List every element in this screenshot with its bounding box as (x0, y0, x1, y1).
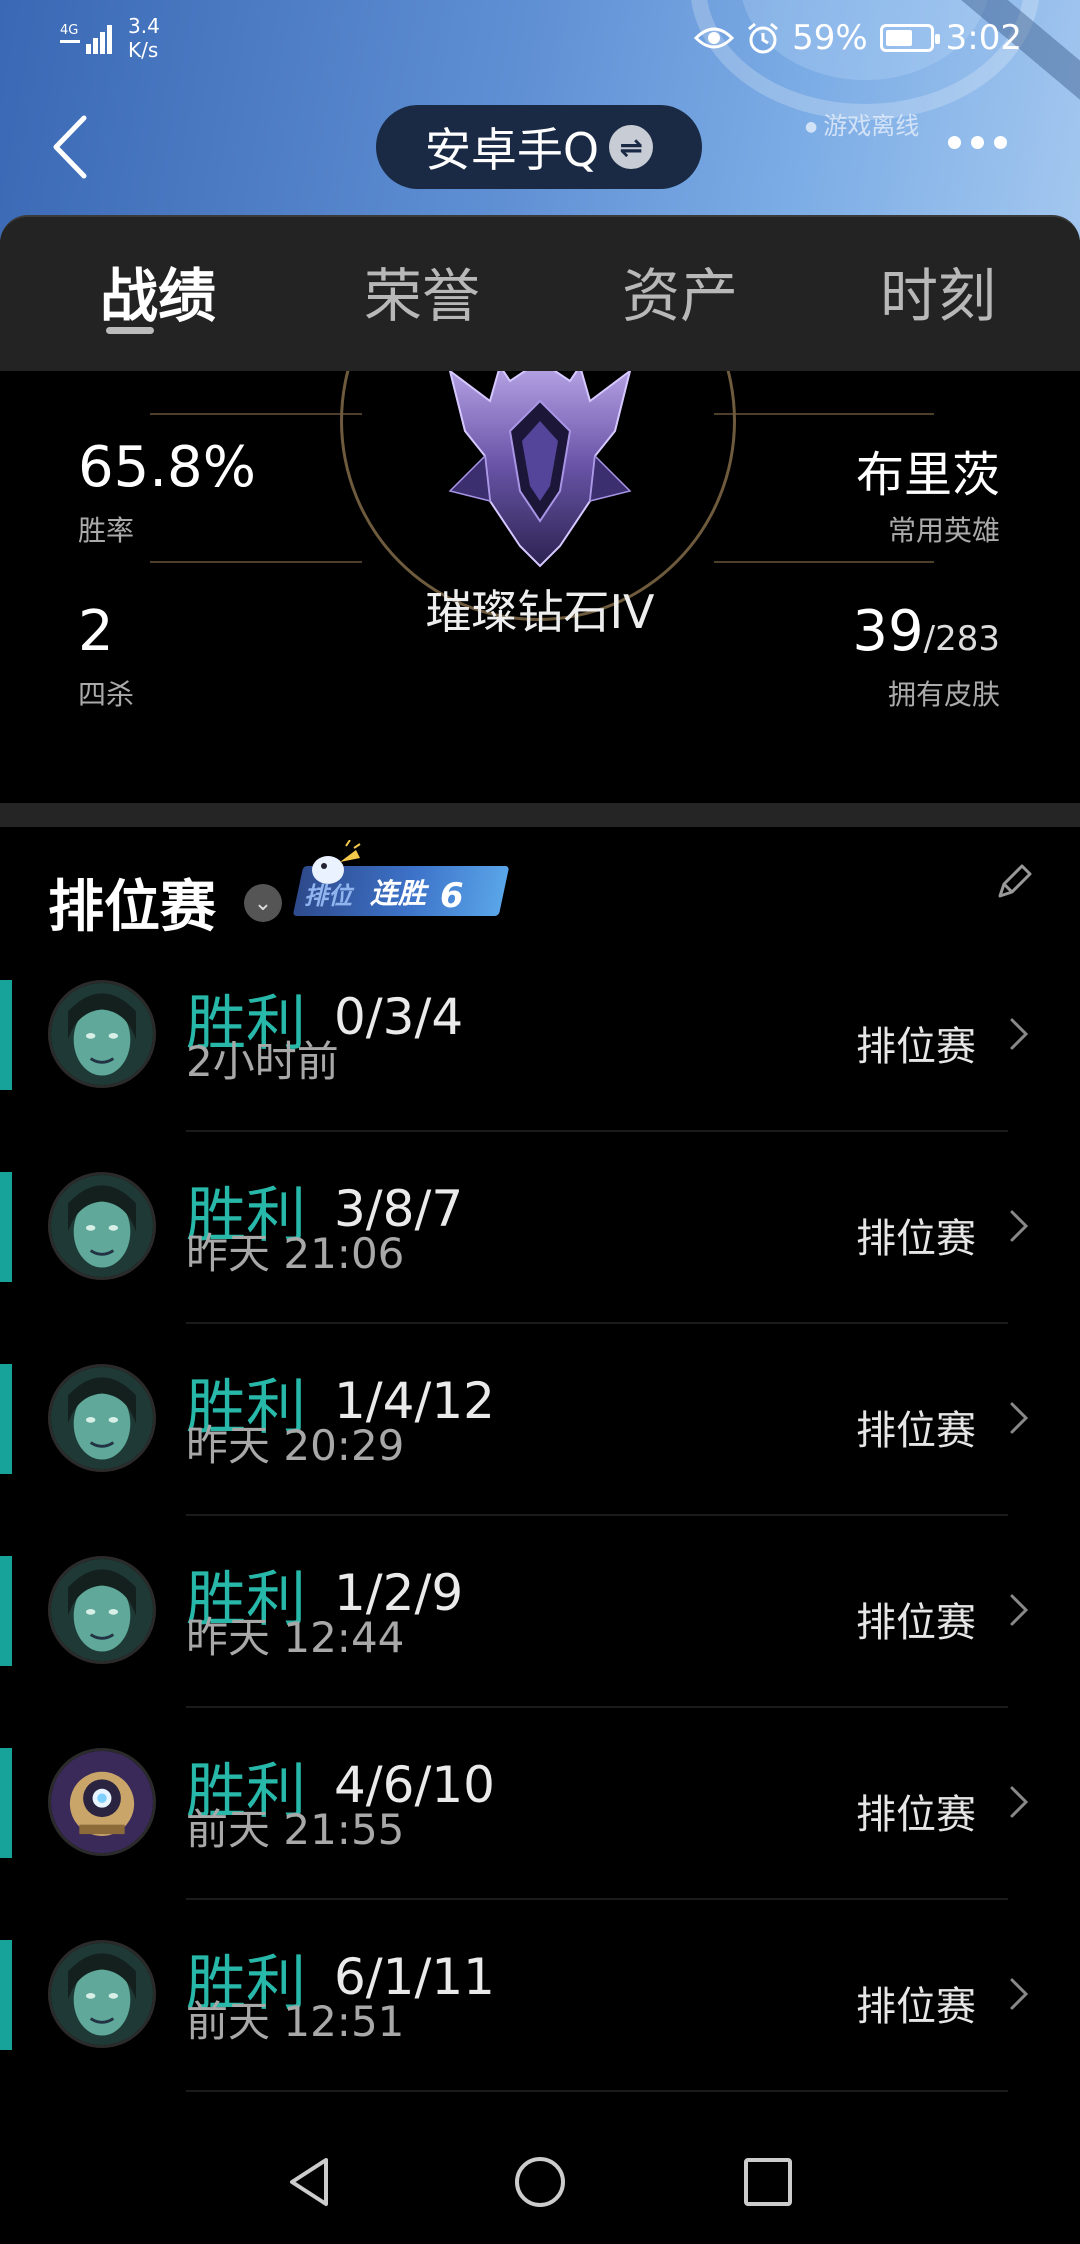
row-divider (186, 1130, 1008, 1132)
diamond-rank-emblem (448, 371, 632, 568)
nav-back-icon[interactable] (282, 2152, 342, 2212)
clock: 3:02 (945, 18, 1022, 58)
skins-value: 39/283 (852, 599, 1000, 664)
signal-icon: 4G (60, 23, 112, 54)
match-row[interactable]: 胜利 1/2/9 昨天 12:44 排位赛 (0, 1556, 1080, 1748)
edit-icon[interactable] (994, 862, 1034, 902)
match-row[interactable]: 胜利 1/4/12 昨天 20:29 排位赛 (0, 1364, 1080, 1556)
champion-avatar (48, 1364, 156, 1472)
champion-avatar (48, 1748, 156, 1856)
row-divider (186, 1898, 1008, 1900)
account-name: 安卓手Q (424, 123, 600, 177)
champion-avatar (48, 1556, 156, 1664)
skins-label: 拥有皮肤 (887, 678, 1000, 711)
dropdown-icon[interactable]: ⌄ (244, 884, 282, 922)
network-speed-unit: K/s (128, 38, 159, 62)
win-rate-label: 胜率 (78, 514, 135, 547)
status-bar: 4G 3.4 K/s 59% 3:02 (0, 0, 1080, 80)
match-mode: 排位赛 (856, 1216, 976, 1262)
match-row[interactable]: 胜利 3/8/7 昨天 21:06 排位赛 (0, 1172, 1080, 1364)
row-divider (186, 1322, 1008, 1324)
account-switcher[interactable]: 安卓手Q ⇌ (376, 105, 702, 189)
tab-moments[interactable]: 时刻 (880, 249, 996, 333)
divider-line (714, 561, 934, 563)
section-title[interactable]: 排位赛 (48, 862, 216, 943)
match-mode: 排位赛 (856, 1408, 976, 1454)
divider-line (150, 413, 362, 415)
section-divider (0, 803, 1080, 827)
champion-avatar (48, 1172, 156, 1280)
streak-tag: 排位 (304, 882, 352, 910)
chevron-right-icon (1010, 1402, 1029, 1434)
match-mode: 排位赛 (856, 1792, 976, 1838)
divider-line (150, 561, 362, 563)
win-accent-bar (0, 1940, 12, 2050)
tab-honor[interactable]: 荣誉 (364, 249, 480, 333)
match-kda: 0/3/4 (334, 988, 464, 1046)
nav-home-icon[interactable] (510, 2152, 570, 2212)
match-time: 前天 21:55 (186, 1805, 405, 1854)
win-accent-bar (0, 1172, 12, 1282)
match-time: 昨天 12:44 (186, 1613, 405, 1662)
chevron-right-icon (1010, 1786, 1029, 1818)
champion-avatar (48, 980, 156, 1088)
win-streak-badge: 排位 连胜 6 (292, 840, 510, 916)
battery-percent: 59% (792, 18, 868, 58)
stats-panel: 璀璨钻石IV 65.8% 胜率 2 四杀 布里茨 常用英雄 39/283 拥有皮… (0, 371, 1080, 801)
svg-text:4G: 4G (60, 23, 78, 38)
switch-account-icon: ⇌ (609, 125, 654, 169)
chevron-right-icon (1010, 1018, 1029, 1050)
row-divider (186, 1706, 1008, 1708)
streak-label: 连胜 (370, 877, 427, 910)
match-time: 2小时前 (186, 1037, 339, 1086)
profile-header: 4G 3.4 K/s 59% 3:02 安卓手Q ⇌ ● 游戏离线 (0, 0, 1080, 240)
match-mode: 排位赛 (856, 1600, 976, 1646)
divider-line (714, 413, 934, 415)
match-time: 前天 12:51 (186, 1997, 405, 2046)
game-status: 游戏离线 (805, 106, 919, 141)
win-accent-bar (0, 980, 12, 1090)
match-row[interactable]: 胜利 6/1/11 前天 12:51 排位赛 (0, 1940, 1080, 2132)
tab-assets[interactable]: 资产 (622, 249, 738, 333)
win-accent-bar (0, 1556, 12, 1666)
skins-total: /283 (923, 619, 1000, 659)
network-speed: 3.4 K/s (128, 14, 160, 62)
win-accent-bar (0, 1364, 12, 1474)
chevron-right-icon (1010, 1594, 1029, 1626)
favorite-champion-label: 常用英雄 (887, 514, 1000, 547)
win-accent-bar (0, 1748, 12, 1858)
match-mode: 排位赛 (856, 1984, 976, 2030)
champion-avatar (48, 1940, 156, 2048)
tab-records[interactable]: 战绩 (100, 249, 216, 333)
row-divider (186, 1514, 1008, 1516)
match-row[interactable]: 胜利 4/6/10 前天 21:55 排位赛 (0, 1748, 1080, 1940)
match-time: 昨天 20:29 (186, 1421, 405, 1470)
alarm-icon (748, 22, 779, 54)
eye-icon (694, 27, 735, 49)
rank-name: 璀璨钻石IV (425, 585, 655, 639)
tab-bar: 战绩 荣誉 资产 时刻 (0, 215, 1080, 371)
streak-count: 6 (440, 876, 464, 916)
more-icon[interactable] (948, 136, 1007, 149)
system-nav-bar (0, 2110, 1080, 2244)
quadra-kills-label: 四杀 (78, 678, 135, 711)
nav-recents-icon[interactable] (738, 2152, 798, 2212)
favorite-champion-value: 布里茨 (855, 447, 1000, 503)
network-speed-value: 3.4 (128, 14, 160, 38)
match-time: 昨天 21:06 (186, 1229, 405, 1278)
match-row[interactable]: 胜利 0/3/4 2小时前 排位赛 (0, 980, 1080, 1172)
chevron-right-icon (1010, 1210, 1029, 1242)
tab-indicator (106, 327, 154, 334)
row-divider (186, 2090, 1008, 2092)
win-rate-value: 65.8% (78, 435, 256, 500)
quadra-kills-value: 2 (78, 599, 114, 664)
skins-owned: 39 (852, 599, 924, 664)
battery-icon (879, 24, 940, 52)
chevron-right-icon (1010, 1978, 1029, 2010)
back-icon[interactable] (44, 112, 100, 182)
match-mode: 排位赛 (856, 1024, 976, 1070)
status-right: 59% 3:02 (694, 18, 1022, 58)
